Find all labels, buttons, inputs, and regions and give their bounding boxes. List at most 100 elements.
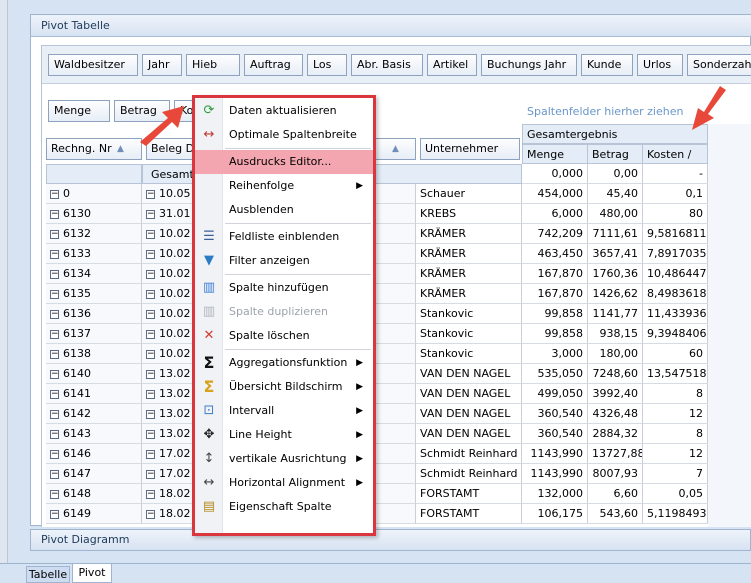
table-row[interactable]: −6142−13.02 VAN DEN NAGEL 360,540 4326,48 12	[46, 404, 712, 424]
menu-item-übersicht-bildschirm[interactable]: Σ Übersicht Bildschirm ▶	[195, 375, 373, 399]
menu-item-spalte-löschen[interactable]: ✕ Spalte löschen	[195, 324, 373, 348]
table-row[interactable]: −6134−10.02 KRÄMER 167,870 1760,36 10,486447…	[46, 264, 712, 284]
collapse-icon[interactable]: −	[146, 469, 155, 479]
menu-item-spalte-hinzufügen[interactable]: ▥ Spalte hinzufügen	[195, 276, 373, 300]
collapse-icon[interactable]: −	[50, 369, 59, 379]
collapse-icon[interactable]: −	[146, 289, 155, 299]
cell-rechng-nr[interactable]: −6133	[46, 244, 142, 264]
filter-field-los[interactable]: Los	[307, 54, 347, 76]
menu-item-ausblenden[interactable]: Ausblenden	[195, 198, 373, 222]
collapse-icon[interactable]: −	[50, 509, 59, 519]
table-row[interactable]: −6138−10.02 Stankovic 3,000 180,00 60	[46, 344, 712, 364]
cell-rechng-nr[interactable]: −6140	[46, 364, 142, 384]
collapse-icon[interactable]: −	[50, 409, 59, 419]
cell-rechng-nr[interactable]: −6132	[46, 224, 142, 244]
cell-rechng-nr[interactable]: −6141	[46, 384, 142, 404]
data-header-menge[interactable]: Menge	[522, 144, 588, 164]
menu-item-intervall[interactable]: ⊡ Intervall ▶	[195, 399, 373, 423]
collapse-icon[interactable]: −	[50, 229, 59, 239]
table-row[interactable]: −0−10.05 Schauer 454,000 45,40 0,1	[46, 184, 712, 204]
pivot-diagram-panel[interactable]: Pivot Diagramm	[30, 529, 751, 551]
collapse-icon[interactable]: −	[146, 269, 155, 279]
menu-item-ausdrucks-editor[interactable]: Ausdrucks Editor...	[195, 150, 373, 174]
table-row[interactable]: −6140−13.02 VAN DEN NAGEL 535,050 7248,60 13…	[46, 364, 712, 384]
cell-rechng-nr[interactable]: −6137	[46, 324, 142, 344]
cell-rechng-nr[interactable]: −6142	[46, 404, 142, 424]
menu-item-spalte-duplizieren[interactable]: ▥ Spalte duplizieren	[195, 300, 373, 324]
table-row[interactable]: −6130−31.01 KREBS 6,000 480,00 80	[46, 204, 712, 224]
collapse-icon[interactable]: −	[50, 469, 59, 479]
collapse-icon[interactable]: −	[50, 189, 59, 199]
table-row[interactable]: −6149−18.02 FORSTAMT 106,175 543,60 5,119849…	[46, 504, 712, 524]
cell-rechng-nr[interactable]: −6148	[46, 484, 142, 504]
cell-rechng-nr[interactable]: −0	[46, 184, 142, 204]
tab-tabelle[interactable]: Tabelle	[26, 566, 70, 583]
table-row[interactable]: −6137−10.02 Stankovic 99,858 938,15 9,394840…	[46, 324, 712, 344]
filter-field-buchungs-jahr[interactable]: Buchungs Jahr	[481, 54, 577, 76]
table-row[interactable]: −6133−10.02 KRÄMER 463,450 3657,41 7,8917035…	[46, 244, 712, 264]
collapse-icon[interactable]: −	[50, 449, 59, 459]
table-row[interactable]: −6136−10.02 Stankovic 99,858 1141,77 11,4339…	[46, 304, 712, 324]
collapse-icon[interactable]: −	[50, 209, 59, 219]
collapse-icon[interactable]: −	[146, 209, 155, 219]
row-header-field-rechng-nr[interactable]: Rechng. Nr ▲	[46, 138, 142, 160]
collapse-icon[interactable]: −	[146, 189, 155, 199]
collapse-icon[interactable]: −	[50, 309, 59, 319]
collapse-icon[interactable]: −	[146, 229, 155, 239]
menu-item-line-height[interactable]: ✥ Line Height ▶	[195, 423, 373, 447]
collapse-icon[interactable]: −	[146, 489, 155, 499]
filter-field-jahr[interactable]: Jahr	[142, 54, 182, 76]
menu-item-optimale-spaltenbreite[interactable]: ↔ Optimale Spaltenbreite	[195, 123, 373, 147]
filter-field-urlos[interactable]: Urlos	[637, 54, 683, 76]
filter-field-artikel[interactable]: Artikel	[427, 54, 477, 76]
table-row[interactable]: −6147−17.02 Schmidt Reinhard 1143,990 8007,…	[46, 464, 712, 484]
sort-ascending-icon[interactable]: ▲	[117, 139, 124, 159]
cell-rechng-nr[interactable]: −6130	[46, 204, 142, 224]
cell-rechng-nr[interactable]: −6138	[46, 344, 142, 364]
menu-item-reihenfolge[interactable]: Reihenfolge ▶	[195, 174, 373, 198]
filter-field-abr-basis[interactable]: Abr. Basis	[351, 54, 423, 76]
cell-rechng-nr[interactable]: −6146	[46, 444, 142, 464]
cell-rechng-nr[interactable]: −6143	[46, 424, 142, 444]
cell-rechng-nr[interactable]: −6147	[46, 464, 142, 484]
collapse-icon[interactable]: −	[50, 289, 59, 299]
collapse-icon[interactable]: −	[146, 309, 155, 319]
collapse-icon[interactable]: −	[146, 409, 155, 419]
collapse-icon[interactable]: −	[50, 349, 59, 359]
table-row[interactable]: −6132−10.02 KRÄMER 742,209 7111,61 9,5816811…	[46, 224, 712, 244]
collapse-icon[interactable]: −	[50, 329, 59, 339]
menu-item-filter-anzeigen[interactable]: ▼ Filter anzeigen	[195, 249, 373, 273]
filter-field-auftrag[interactable]: Auftrag	[244, 54, 303, 76]
collapse-icon[interactable]: −	[50, 389, 59, 399]
data-header-kosten-eh[interactable]: Kosten / EH	[642, 144, 708, 180]
table-row[interactable]: −6146−17.02 Schmidt Reinhard 1143,990 13727…	[46, 444, 712, 464]
filter-field-kunde[interactable]: Kunde	[581, 54, 633, 76]
collapse-icon[interactable]: −	[50, 269, 59, 279]
cell-rechng-nr[interactable]: −6135	[46, 284, 142, 304]
tab-pivot[interactable]: Pivot	[72, 564, 112, 583]
table-row[interactable]: −6148−18.02 FORSTAMT 132,000 6,60 0,05	[46, 484, 712, 504]
menu-item-horizontal-alignment[interactable]: ↔ Horizontal Alignment ▶	[195, 471, 373, 495]
column-drop-hint[interactable]: Spaltenfelder hierher ziehen	[527, 105, 683, 118]
filter-field-sonderzahlung[interactable]: Sonderzahlung	[687, 54, 751, 76]
collapse-icon[interactable]: −	[146, 509, 155, 519]
collapse-icon[interactable]: −	[146, 429, 155, 439]
menu-item-daten-aktualisieren[interactable]: ⟳ Daten aktualisieren	[195, 99, 373, 123]
sort-ascending-icon[interactable]: ▲	[392, 139, 399, 159]
menu-item-feldliste-einblenden[interactable]: ☰ Feldliste einblenden	[195, 225, 373, 249]
filter-field-hieb[interactable]: Hieb	[186, 54, 240, 76]
data-header-betrag[interactable]: Betrag	[587, 144, 643, 164]
menu-item-eigenschaft-spalte[interactable]: ▤ Eigenschaft Spalte	[195, 495, 373, 519]
cell-rechng-nr[interactable]: −6136	[46, 304, 142, 324]
table-row[interactable]: −6135−10.02 KRÄMER 167,870 1426,62 8,4983618…	[46, 284, 712, 304]
collapse-icon[interactable]: −	[146, 369, 155, 379]
filter-field-waldbesitzer[interactable]: Waldbesitzer	[48, 54, 138, 76]
table-row[interactable]: −6143−13.02 VAN DEN NAGEL 360,540 2884,32 8	[46, 424, 712, 444]
table-row[interactable]: −6141−13.02 VAN DEN NAGEL 499,050 3992,40 8	[46, 384, 712, 404]
collapse-icon[interactable]: −	[146, 349, 155, 359]
row-header-field-unternehmer[interactable]: Unternehmer	[420, 138, 520, 160]
collapse-icon[interactable]: −	[50, 429, 59, 439]
cell-rechng-nr[interactable]: −6134	[46, 264, 142, 284]
collapse-icon[interactable]: −	[146, 389, 155, 399]
collapse-icon[interactable]: −	[146, 449, 155, 459]
